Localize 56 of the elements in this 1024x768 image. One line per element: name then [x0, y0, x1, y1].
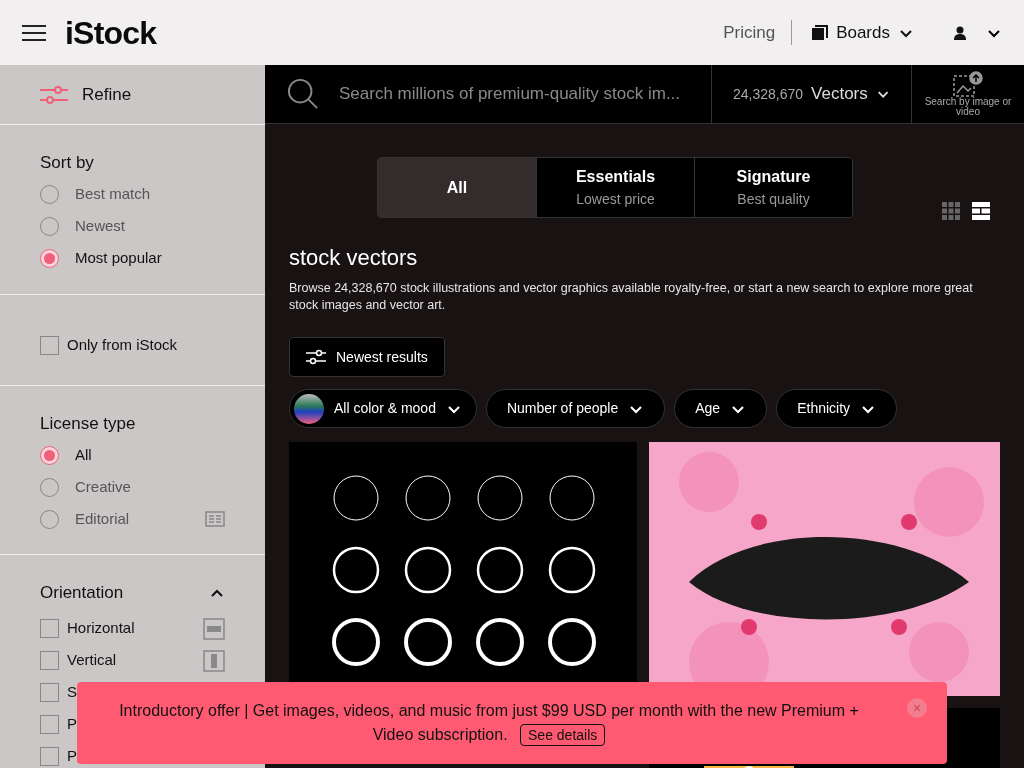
tier-tab[interactable]: All	[378, 158, 536, 217]
newest-results-button[interactable]: Newest results	[289, 337, 445, 377]
color-swatch-icon	[294, 393, 324, 424]
search-field[interactable]: Search millions of premium-quality stock im...	[339, 81, 689, 107]
asset-type-dropdown[interactable]: 24,328,670 Vectors	[712, 65, 912, 123]
logo[interactable]: iStock	[65, 8, 157, 57]
tier-tab[interactable]: Essentials Lowest price	[536, 158, 694, 217]
checkbox[interactable]	[40, 651, 59, 670]
boards-button[interactable]: Boards	[812, 19, 914, 46]
option-label: Editorial	[75, 508, 130, 529]
sliders-icon	[306, 349, 326, 365]
filter-dropdown[interactable]: Number of people	[485, 389, 666, 428]
description: Browse 24,328,670 stock illustrations and vector graphics available royalty-free, or start a new search to explore more great stock images and vector art.	[289, 280, 974, 314]
checkbox[interactable]	[40, 747, 59, 766]
option-label: Best match	[75, 184, 151, 205]
grid-view-button[interactable]	[942, 202, 960, 220]
horizontal-orientation-icon	[203, 617, 225, 640]
option-label: Creative	[75, 476, 131, 497]
image-upload-icon	[953, 71, 983, 97]
account-button[interactable]	[954, 24, 1002, 41]
user-icon	[954, 25, 966, 40]
radio-button[interactable]	[40, 445, 59, 465]
filter-dropdown[interactable]: All color & mood	[289, 389, 477, 428]
option-label: P	[67, 746, 77, 767]
result-count: 24,328,670	[733, 84, 804, 104]
search-icon	[287, 78, 319, 110]
boards-icon	[812, 24, 829, 41]
option-label: Most popular	[75, 248, 162, 269]
option-label: Only from iStock	[67, 335, 178, 356]
checkbox[interactable]	[40, 619, 59, 638]
radio-button[interactable]	[40, 249, 59, 268]
page-title: stock vectors	[289, 244, 419, 272]
menu-icon[interactable]	[22, 23, 46, 42]
checkbox[interactable]	[40, 683, 59, 702]
option-label: S	[67, 682, 77, 703]
image-search-button[interactable]: Search by image or video	[912, 65, 1024, 123]
section-title: License type	[40, 412, 136, 435]
section-title: Orientation	[40, 582, 124, 604]
promo-text: Introductory offer | Get images, videos, and music from just $99 USD per month with the new Premium + Video subscription. See details	[101, 699, 877, 747]
checkbox[interactable]	[40, 715, 59, 734]
option-label: All	[75, 444, 92, 465]
checkbox[interactable]	[40, 336, 59, 355]
option-label: Horizontal	[67, 618, 135, 639]
filter-dropdown[interactable]: Ethnicity	[776, 389, 898, 428]
option-label: Vertical	[67, 650, 117, 671]
newspaper-icon	[205, 511, 225, 527]
mosaic-view-button[interactable]	[972, 202, 990, 220]
filter-dropdown[interactable]: Age	[674, 389, 768, 428]
pricing-link[interactable]: Pricing	[723, 19, 793, 46]
sliders-icon	[40, 83, 68, 106]
vertical-orientation-icon	[203, 649, 225, 672]
option-label: P	[67, 714, 77, 735]
tier-tab[interactable]: Signature Best quality	[694, 158, 852, 217]
see-details-button[interactable]: See details	[520, 724, 606, 746]
section-title: Sort by	[40, 152, 94, 174]
option-label: Newest	[75, 216, 126, 237]
